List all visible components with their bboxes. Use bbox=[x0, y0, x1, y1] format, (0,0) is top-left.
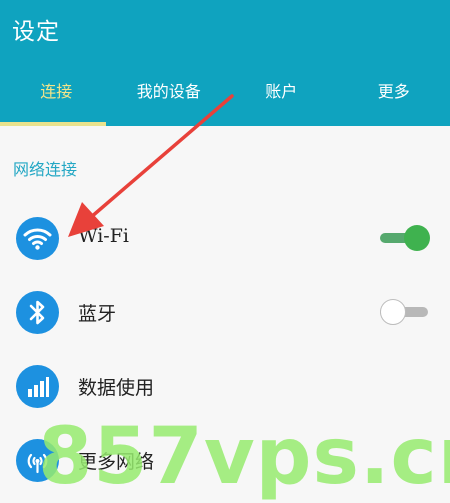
bluetooth-toggle[interactable] bbox=[380, 299, 430, 325]
settings-screen: 设定 连接 我的设备 账户 更多 网络连接 Wi-Fi 蓝牙 数据使用 更多网络… bbox=[0, 0, 450, 503]
wifi-icon bbox=[16, 217, 59, 260]
settings-row-wifi[interactable]: Wi-Fi bbox=[0, 203, 450, 273]
section-title-network: 网络连接 bbox=[13, 160, 78, 179]
bluetooth-icon bbox=[16, 291, 59, 334]
settings-row-label: Wi-Fi bbox=[78, 225, 129, 247]
tab-active-indicator bbox=[0, 122, 106, 126]
settings-row-label: 更多网络 bbox=[78, 451, 155, 473]
page-title: 设定 bbox=[12, 19, 60, 45]
tab-label: 账户 bbox=[265, 82, 298, 101]
tab-label: 连接 bbox=[40, 82, 73, 101]
tab-my-device[interactable]: 我的设备 bbox=[113, 70, 226, 126]
antenna-icon bbox=[16, 439, 59, 482]
settings-row-data-usage[interactable]: 数据使用 bbox=[0, 351, 450, 421]
toggle-thumb bbox=[380, 299, 406, 325]
tab-bar: 连接 我的设备 账户 更多 bbox=[0, 70, 450, 126]
toggle-thumb bbox=[404, 225, 430, 251]
tab-connections[interactable]: 连接 bbox=[0, 70, 113, 126]
tab-label: 我的设备 bbox=[136, 82, 201, 101]
tab-accounts[interactable]: 账户 bbox=[225, 70, 338, 126]
tab-more[interactable]: 更多 bbox=[338, 70, 450, 126]
bar-chart-icon bbox=[16, 365, 59, 408]
tab-label: 更多 bbox=[377, 82, 410, 101]
settings-row-bluetooth[interactable]: 蓝牙 bbox=[0, 277, 450, 347]
wifi-toggle[interactable] bbox=[380, 225, 430, 251]
settings-row-label: 蓝牙 bbox=[78, 303, 117, 325]
settings-row-more-networks[interactable]: 更多网络 bbox=[0, 425, 450, 495]
app-bar: 设定 连接 我的设备 账户 更多 bbox=[0, 0, 450, 126]
settings-row-label: 数据使用 bbox=[78, 377, 155, 399]
